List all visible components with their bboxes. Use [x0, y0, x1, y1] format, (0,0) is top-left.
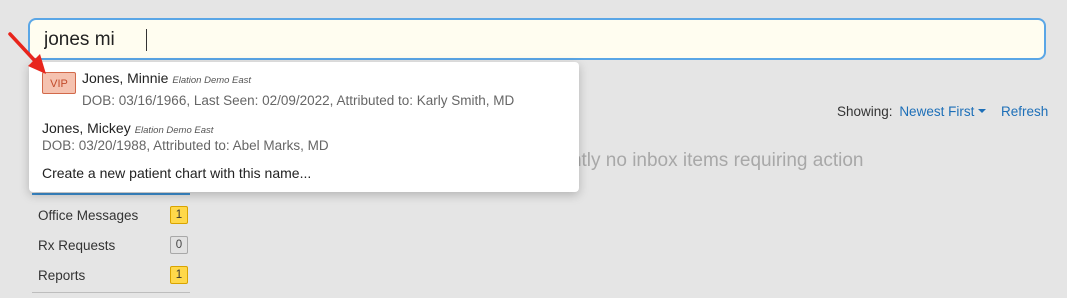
- sort-dropdown-value[interactable]: Newest First: [899, 104, 974, 119]
- patient-name: Jones, Mickey: [42, 120, 131, 136]
- patient-details: DOB: 03/16/1966, Last Seen: 02/09/2022, …: [82, 93, 515, 108]
- practice-name: Elation Demo East: [172, 75, 252, 86]
- text-cursor: [146, 29, 147, 51]
- sidebar-item-label: Rx Requests: [38, 238, 116, 253]
- patient-search-input[interactable]: [44, 26, 1024, 54]
- sidebar-active-divider: [32, 193, 190, 195]
- create-new-patient-option[interactable]: Create a new patient chart with this nam…: [42, 165, 311, 181]
- sort-control: Showing: Newest First: [837, 104, 987, 119]
- patient-search-box[interactable]: [28, 18, 1046, 60]
- showing-label: Showing:: [837, 104, 893, 119]
- sort-dropdown[interactable]: Newest First: [899, 104, 987, 119]
- sidebar-divider: [32, 292, 190, 293]
- count-badge: 1: [170, 266, 188, 284]
- sidebar-item-label: Reports: [38, 268, 86, 283]
- result-title-line: Jones, Minnie Elation Demo East: [82, 70, 251, 88]
- count-badge: 1: [170, 206, 188, 224]
- patient-name: Jones, Minnie: [82, 70, 169, 86]
- refresh-link[interactable]: Refresh: [1001, 104, 1048, 119]
- sidebar-item-reports[interactable]: Reports 1: [38, 264, 190, 288]
- patient-details: DOB: 03/20/1988, Attributed to: Abel Mar…: [42, 138, 329, 153]
- sidebar-item-rx-requests[interactable]: Rx Requests 0: [38, 234, 190, 258]
- practice-name: Elation Demo East: [134, 125, 214, 136]
- search-results-dropdown: VIP Jones, Minnie Elation Demo East DOB: …: [29, 62, 579, 192]
- result-title-line: Jones, Mickey Elation Demo East: [42, 120, 213, 138]
- sidebar-item-office-messages[interactable]: Office Messages 1: [38, 204, 190, 228]
- chevron-down-icon[interactable]: [978, 109, 987, 114]
- annotation-arrow-icon: [8, 32, 46, 74]
- count-badge: 0: [170, 236, 188, 254]
- sidebar-item-label: Office Messages: [38, 208, 139, 223]
